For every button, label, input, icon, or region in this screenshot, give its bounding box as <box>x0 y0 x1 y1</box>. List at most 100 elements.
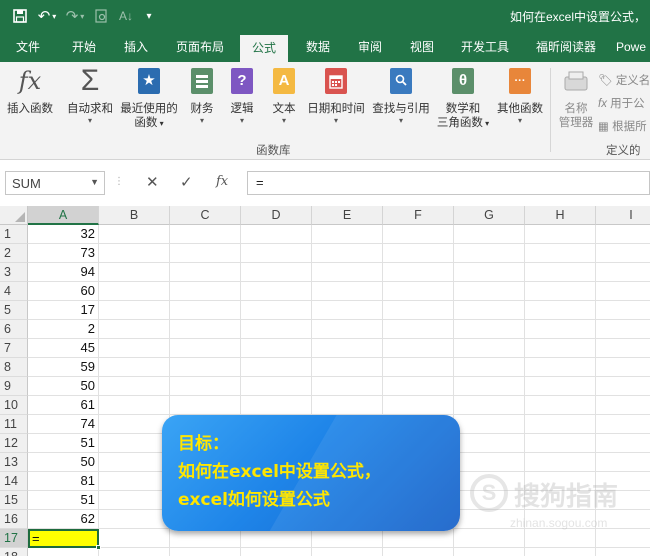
row-header-9[interactable]: 9 <box>0 377 28 396</box>
cell-f8[interactable] <box>383 358 454 377</box>
cell-c7[interactable] <box>170 339 241 358</box>
recently-used-button[interactable]: ★ 最近使用的 函数 ▾ <box>118 66 180 131</box>
cell-g7[interactable] <box>454 339 525 358</box>
cell-c9[interactable] <box>170 377 241 396</box>
use-in-formula-button[interactable]: fx 用于公 <box>598 95 645 111</box>
cell-a2[interactable]: 73 <box>28 244 99 263</box>
tab-page-layout[interactable]: 页面布局 <box>170 32 230 62</box>
cell-g5[interactable] <box>454 301 525 320</box>
enter-check-icon[interactable]: ✓ <box>180 173 193 191</box>
tab-insert[interactable]: 插入 <box>114 32 158 62</box>
cell-c3[interactable] <box>170 263 241 282</box>
cell-h7[interactable] <box>525 339 596 358</box>
cell-g12[interactable] <box>454 434 525 453</box>
cell-i1[interactable] <box>596 225 650 244</box>
cell-d9[interactable] <box>241 377 312 396</box>
cell-d2[interactable] <box>241 244 312 263</box>
cell-h18[interactable] <box>525 548 596 556</box>
cell-c18[interactable] <box>170 548 241 556</box>
cell-i3[interactable] <box>596 263 650 282</box>
cell-b14[interactable] <box>99 472 170 491</box>
row-header-16[interactable]: 16 <box>0 510 28 529</box>
tab-view[interactable]: 视图 <box>400 32 444 62</box>
cell-c5[interactable] <box>170 301 241 320</box>
column-header-b[interactable]: B <box>99 206 170 225</box>
tab-formulas[interactable]: 公式 <box>240 35 288 62</box>
cell-b11[interactable] <box>99 415 170 434</box>
cell-f6[interactable] <box>383 320 454 339</box>
row-header-10[interactable]: 10 <box>0 396 28 415</box>
cell-a16[interactable]: 62 <box>28 510 99 529</box>
tab-foxit-reader[interactable]: 福昕阅读器 <box>528 32 604 62</box>
tab-power[interactable]: Powe <box>616 32 650 62</box>
cell-b15[interactable] <box>99 491 170 510</box>
row-header-18[interactable]: 18 <box>0 548 28 556</box>
cell-b10[interactable] <box>99 396 170 415</box>
cell-b3[interactable] <box>99 263 170 282</box>
column-header-e[interactable]: E <box>312 206 383 225</box>
cell-a7[interactable]: 45 <box>28 339 99 358</box>
lookup-button[interactable]: 查找与引用 ▾ <box>370 66 432 126</box>
cancel-icon[interactable]: ✕ <box>146 173 159 191</box>
row-header-3[interactable]: 3 <box>0 263 28 282</box>
insert-function-button[interactable]: fx 插入函数 <box>4 66 56 116</box>
cell-h5[interactable] <box>525 301 596 320</box>
cell-e9[interactable] <box>312 377 383 396</box>
cell-i11[interactable] <box>596 415 650 434</box>
cell-d7[interactable] <box>241 339 312 358</box>
cell-e8[interactable] <box>312 358 383 377</box>
cell-b18[interactable] <box>99 548 170 556</box>
cell-g18[interactable] <box>454 548 525 556</box>
cell-h1[interactable] <box>525 225 596 244</box>
row-header-17[interactable]: 17 <box>0 529 28 548</box>
cell-g3[interactable] <box>454 263 525 282</box>
datetime-button[interactable]: 日期和时间 ▾ <box>304 66 368 126</box>
cell-h2[interactable] <box>525 244 596 263</box>
cell-i10[interactable] <box>596 396 650 415</box>
cell-e17[interactable] <box>312 529 383 548</box>
cell-a1[interactable]: 32 <box>28 225 99 244</box>
cell-d1[interactable] <box>241 225 312 244</box>
cell-e6[interactable] <box>312 320 383 339</box>
cell-c8[interactable] <box>170 358 241 377</box>
cell-h9[interactable] <box>525 377 596 396</box>
fill-handle[interactable] <box>96 545 101 550</box>
save-icon[interactable] <box>10 6 30 26</box>
more-functions-button[interactable]: ··· 其他函数 ▾ <box>494 66 546 126</box>
cell-i12[interactable] <box>596 434 650 453</box>
column-header-i[interactable]: I <box>596 206 650 225</box>
cell-d6[interactable] <box>241 320 312 339</box>
row-header-6[interactable]: 6 <box>0 320 28 339</box>
row-header-1[interactable]: 1 <box>0 225 28 244</box>
formula-input[interactable]: = <box>247 171 650 195</box>
column-header-g[interactable]: G <box>454 206 525 225</box>
tab-developer[interactable]: 开发工具 <box>454 32 516 62</box>
define-name-button[interactable]: 🏷 定义名 <box>598 72 650 88</box>
cell-b8[interactable] <box>99 358 170 377</box>
cell-b2[interactable] <box>99 244 170 263</box>
cell-d10[interactable] <box>241 396 312 415</box>
cell-g10[interactable] <box>454 396 525 415</box>
tab-home[interactable]: 开始 <box>62 32 106 62</box>
cell-f2[interactable] <box>383 244 454 263</box>
cell-c2[interactable] <box>170 244 241 263</box>
cell-b16[interactable] <box>99 510 170 529</box>
cell-b12[interactable] <box>99 434 170 453</box>
cell-d17[interactable] <box>241 529 312 548</box>
cell-d8[interactable] <box>241 358 312 377</box>
active-cell[interactable]: = <box>28 529 99 548</box>
cell-a18[interactable] <box>28 548 99 556</box>
cell-i2[interactable] <box>596 244 650 263</box>
name-manager-button[interactable]: 名称 管理器 <box>556 66 596 130</box>
cell-a12[interactable]: 51 <box>28 434 99 453</box>
cell-b17[interactable] <box>99 529 170 548</box>
tab-review[interactable]: 审阅 <box>348 32 392 62</box>
cell-f18[interactable] <box>383 548 454 556</box>
cell-b13[interactable] <box>99 453 170 472</box>
column-header-a[interactable]: A <box>28 206 99 225</box>
cell-e2[interactable] <box>312 244 383 263</box>
cell-f7[interactable] <box>383 339 454 358</box>
row-header-7[interactable]: 7 <box>0 339 28 358</box>
cell-e5[interactable] <box>312 301 383 320</box>
cell-c4[interactable] <box>170 282 241 301</box>
